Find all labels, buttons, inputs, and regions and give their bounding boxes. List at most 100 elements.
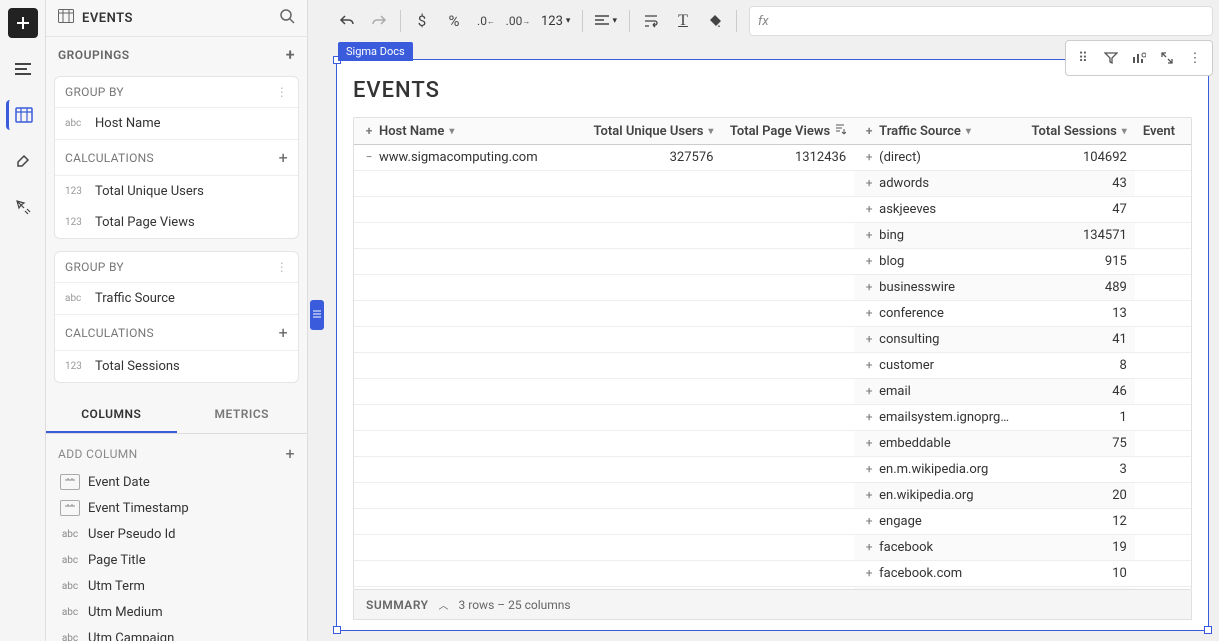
caret-down-icon[interactable]: ▾ [966,126,971,137]
table-row[interactable]: +embeddable 75 [354,431,1191,457]
undo-button[interactable] [332,6,362,36]
cell-event[interactable] [1135,509,1191,535]
cell-sessions[interactable]: 489 [1017,275,1134,301]
drag-handle-icon[interactable]: ⠿ [1070,45,1096,71]
align-dropdown[interactable]: ▾ [589,15,623,27]
cell-event[interactable] [1135,457,1191,483]
cell-source[interactable]: +en.wikipedia.org [854,483,1017,509]
table-row[interactable]: +askjeeves 47 [354,197,1191,223]
add-calculation-button[interactable]: + [279,148,288,167]
cell-sessions[interactable]: 104692 [1017,145,1134,171]
fill-color-button[interactable] [700,6,730,36]
cell-sessions[interactable]: 1 [1017,405,1134,431]
table-row[interactable]: +bing 134571 [354,223,1191,249]
cell-sessions[interactable]: 12 [1017,509,1134,535]
table-row[interactable]: +businesswire 489 [354,275,1191,301]
add-column-button[interactable]: + [286,444,295,463]
more-icon[interactable]: ⋮ [276,85,288,99]
tab-columns[interactable]: COLUMNS [46,397,177,433]
cell-source[interactable]: +facebook.com [854,561,1017,587]
group-field[interactable]: abc Traffic Source [55,283,298,314]
cell-source[interactable]: +customer [854,353,1017,379]
filter-icon[interactable] [1098,45,1124,71]
outline-icon[interactable] [8,54,38,84]
table-row[interactable]: +adwords 43 [354,171,1191,197]
column-item[interactable]: abcPage Title [54,547,299,573]
paint-icon[interactable] [8,146,38,176]
decrease-decimal-button[interactable]: .0← [471,6,501,36]
cell-sessions[interactable]: 46 [1017,379,1134,405]
calculation-field[interactable]: 123 Total Page Views [55,207,298,238]
cell-event[interactable] [1135,301,1191,327]
panel-resize-handle[interactable] [308,0,326,641]
table[interactable]: +Host Name▾ Total Unique Users▾ Total Pa… [353,117,1192,590]
table-row[interactable]: +en.wikipedia.org 20 [354,483,1191,509]
table-row[interactable]: +en.m.wikipedia.org 3 [354,457,1191,483]
calculation-field[interactable]: 123 Total Unique Users [55,176,298,207]
expand-icon[interactable]: + [862,488,876,502]
expand-icon[interactable]: + [862,540,876,554]
cell-event[interactable] [1135,561,1191,587]
column-item[interactable]: Event Timestamp [54,495,299,521]
cell-sessions[interactable]: 75 [1017,431,1134,457]
cell-event[interactable] [1135,171,1191,197]
column-item[interactable]: Event Date [54,469,299,495]
collapse-handle-icon[interactable] [310,300,324,330]
column-header-views[interactable]: Total Page Views [721,118,854,145]
element-chip[interactable]: Sigma Docs [338,42,413,61]
table-row[interactable]: +consulting 41 [354,327,1191,353]
expand-icon[interactable]: + [862,124,876,138]
cell-source[interactable]: +consulting [854,327,1017,353]
expand-icon[interactable]: + [862,202,876,216]
expand-icon[interactable]: + [862,410,876,424]
table-panel-icon[interactable] [6,100,36,130]
expand-icon[interactable]: + [862,306,876,320]
add-element-button[interactable] [8,8,38,38]
search-icon[interactable] [279,8,295,28]
table-element[interactable]: EVENTS +Host Name▾ Total Unique Users▾ T… [336,59,1209,631]
expand-icon[interactable]: + [862,228,876,242]
cell-source[interactable]: +(direct) [854,145,1017,171]
summary-bar[interactable]: SUMMARY ︿ 3 rows – 25 columns [353,590,1192,620]
cell-event[interactable] [1135,379,1191,405]
cell-host[interactable]: −www.sigmacomputing.com [354,145,568,171]
expand-icon[interactable]: + [862,384,876,398]
expand-icon[interactable]: + [862,280,876,294]
cell-source[interactable]: +email [854,379,1017,405]
caret-down-icon[interactable]: ▾ [449,126,454,137]
currency-format-button[interactable]: $ [407,6,437,36]
cell-event[interactable] [1135,535,1191,561]
expand-icon[interactable]: + [862,332,876,346]
expand-icon[interactable]: + [862,436,876,450]
column-header-event[interactable]: Event [1135,118,1191,145]
collapse-icon[interactable]: − [362,150,376,164]
cell-event[interactable] [1135,327,1191,353]
cell-event[interactable] [1135,249,1191,275]
group-field[interactable]: abc Host Name [55,108,298,139]
expand-icon[interactable]: + [362,124,376,138]
table-row[interactable]: +email 46 [354,379,1191,405]
table-row[interactable]: +customer 8 [354,353,1191,379]
cell-sessions[interactable]: 915 [1017,249,1134,275]
cell-event[interactable] [1135,405,1191,431]
cell-source[interactable]: +blog [854,249,1017,275]
calculation-field[interactable]: 123 Total Sessions [55,351,298,382]
text-format-button[interactable]: T [668,6,698,36]
column-item[interactable]: abcUser Pseudo Id [54,521,299,547]
cell-source[interactable]: +bing [854,223,1017,249]
cell-sessions[interactable]: 10 [1017,561,1134,587]
cell-source[interactable]: +facebook [854,535,1017,561]
expand-icon[interactable]: + [862,150,876,164]
expand-icon[interactable]: + [862,254,876,268]
more-icon[interactable]: ⋮ [276,260,288,274]
expand-icon[interactable]: + [862,514,876,528]
cell-source[interactable]: +businesswire [854,275,1017,301]
cell-sessions[interactable]: 47 [1017,197,1134,223]
cell-users[interactable]: 327576 [568,145,721,171]
number-format-dropdown[interactable]: 123▾ [535,14,576,29]
table-row[interactable]: +facebook 19 [354,535,1191,561]
cell-source[interactable]: +en.m.wikipedia.org [854,457,1017,483]
expand-icon[interactable]: + [862,566,876,580]
formula-bar[interactable]: fx [749,6,1213,36]
cell-source[interactable]: +embeddable [854,431,1017,457]
